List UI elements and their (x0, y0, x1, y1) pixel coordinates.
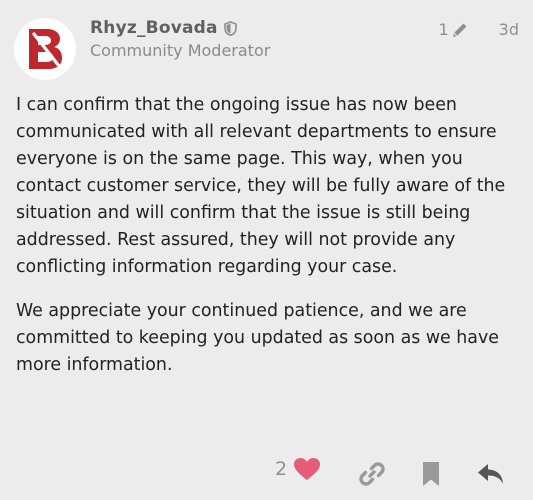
post-paragraph: We appreciate your continued patience, a… (16, 301, 499, 375)
heart-icon (294, 458, 321, 480)
user-role: Community Moderator (90, 41, 271, 60)
post-age[interactable]: 3d (499, 20, 519, 39)
avatar[interactable] (14, 18, 76, 80)
bookmark-button[interactable] (416, 459, 446, 489)
like-count: 2 (275, 458, 288, 480)
forum-post: Rhyz_Bovada Community Moderator 1 3d I c… (0, 0, 533, 500)
post-meta: 1 3d (438, 20, 519, 39)
author-info: Rhyz_Bovada Community Moderator (90, 18, 270, 60)
post-paragraph: I can confirm that the ongoing issue has… (16, 95, 506, 277)
link-icon (359, 462, 385, 486)
bookmark-icon (423, 462, 439, 486)
shield-icon (223, 20, 237, 36)
edit-history-button[interactable]: 1 (438, 20, 468, 39)
reply-icon (478, 464, 503, 484)
post-body: I can confirm that the ongoing issue has… (16, 92, 521, 396)
reply-button[interactable] (476, 459, 506, 489)
edit-count: 1 (438, 20, 449, 39)
pencil-icon (452, 23, 467, 37)
bovada-b-logo-icon (29, 29, 62, 69)
share-link-button[interactable] (357, 459, 387, 489)
post-actions: 2 (0, 457, 533, 489)
like-button[interactable]: 2 (275, 457, 321, 481)
username[interactable]: Rhyz_Bovada (90, 18, 218, 38)
